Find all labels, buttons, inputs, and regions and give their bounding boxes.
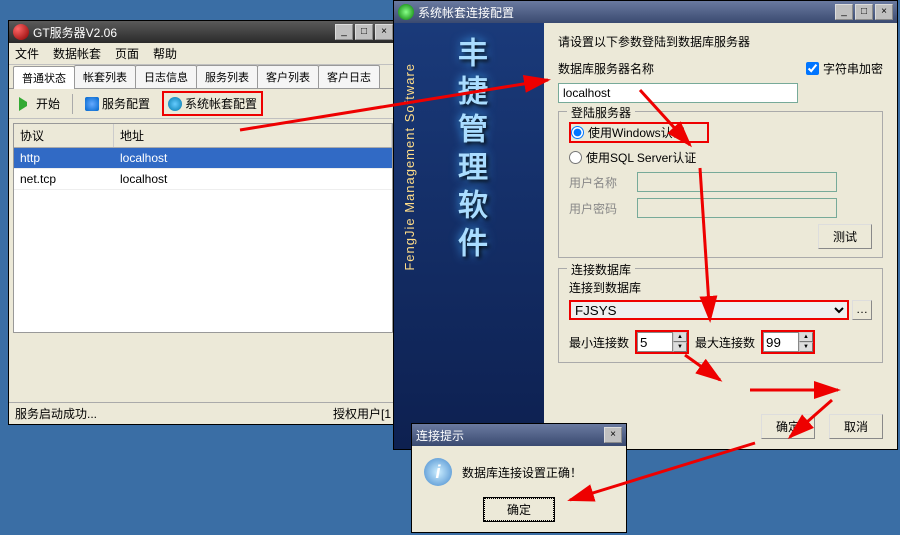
server-icon xyxy=(85,97,99,111)
server-label: 数据库服务器名称 xyxy=(558,60,654,77)
dialog-icon xyxy=(398,4,414,20)
auth-sql-radio[interactable]: 使用SQL Server认证 xyxy=(569,149,872,166)
system-account-config-button[interactable]: 系统帐套配置 xyxy=(162,91,263,116)
spin-down-icon[interactable]: ▼ xyxy=(673,342,687,352)
min-conn-label: 最小连接数 xyxy=(569,334,629,351)
status-right: 授权用户[1 xyxy=(333,405,391,422)
connection-table: 协议 地址 http localhost net.tcp localhost xyxy=(13,123,393,333)
username-label: 用户名称 xyxy=(569,174,629,191)
sidebar-cn-text: 丰捷管理软件 xyxy=(447,37,491,265)
ok-button[interactable]: 确定 xyxy=(761,414,815,439)
statusbar: 服务启动成功... 授权用户[1 xyxy=(9,402,397,424)
tab-status[interactable]: 普通状态 xyxy=(13,66,75,89)
min-conn-spinner[interactable]: ▲▼ xyxy=(635,330,689,354)
status-left: 服务启动成功... xyxy=(15,405,97,422)
main-window: GT服务器V2.06 _ □ × 文件 数据帐套 页面 帮助 普通状态 帐套列表… xyxy=(8,20,398,425)
config-dialog: 系统帐套连接配置 _ □ × FengJie Management Softwa… xyxy=(393,0,898,450)
tab-log[interactable]: 日志信息 xyxy=(135,65,197,88)
minimize-button[interactable]: _ xyxy=(335,24,353,40)
start-button[interactable]: 开始 xyxy=(15,93,64,114)
browse-button[interactable]: … xyxy=(852,300,872,320)
username-input xyxy=(637,172,837,192)
spin-up-icon[interactable]: ▲ xyxy=(673,332,687,342)
password-input xyxy=(637,198,837,218)
col-protocol[interactable]: 协议 xyxy=(14,124,114,147)
spin-down-icon[interactable]: ▼ xyxy=(799,342,813,352)
config-hint: 请设置以下参数登陆到数据库服务器 xyxy=(558,33,883,50)
close-button[interactable]: × xyxy=(604,427,622,443)
tab-clientlog[interactable]: 客户日志 xyxy=(318,65,380,88)
test-button[interactable]: 测试 xyxy=(818,224,872,249)
message-title: 连接提示 xyxy=(416,427,464,444)
cancel-button[interactable]: 取消 xyxy=(829,414,883,439)
config-sidebar: FengJie Management Software 丰捷管理软件 xyxy=(394,23,544,449)
app-icon xyxy=(13,24,29,40)
sidebar-en-text: FengJie Management Software xyxy=(402,63,417,271)
minimize-button[interactable]: _ xyxy=(835,4,853,20)
menu-accounts[interactable]: 数据帐套 xyxy=(53,45,101,62)
login-fieldset: 登陆服务器 使用Windows认证 使用SQL Server认证 用户名称 用户… xyxy=(558,111,883,258)
max-conn-spinner[interactable]: ▲▼ xyxy=(761,330,815,354)
info-icon: i xyxy=(424,458,452,486)
close-button[interactable]: × xyxy=(375,24,393,40)
message-ok-button[interactable]: 确定 xyxy=(484,498,554,521)
close-button[interactable]: × xyxy=(875,4,893,20)
menubar: 文件 数据帐套 页面 帮助 xyxy=(9,43,397,65)
encrypt-checkbox[interactable]: 字符串加密 xyxy=(806,60,883,77)
maximize-button[interactable]: □ xyxy=(355,24,373,40)
tab-accounts[interactable]: 帐套列表 xyxy=(74,65,136,88)
tab-services[interactable]: 服务列表 xyxy=(196,65,258,88)
table-row[interactable]: net.tcp localhost xyxy=(14,169,392,190)
main-title: GT服务器V2.06 xyxy=(33,24,117,41)
col-address[interactable]: 地址 xyxy=(114,124,392,147)
maximize-button[interactable]: □ xyxy=(855,4,873,20)
menu-help[interactable]: 帮助 xyxy=(153,45,177,62)
spin-up-icon[interactable]: ▲ xyxy=(799,332,813,342)
main-titlebar[interactable]: GT服务器V2.06 _ □ × xyxy=(9,21,397,43)
service-config-button[interactable]: 服务配置 xyxy=(81,93,154,114)
server-input[interactable] xyxy=(558,83,798,103)
toolbar: 开始 服务配置 系统帐套配置 xyxy=(9,89,397,119)
config-title: 系统帐套连接配置 xyxy=(418,4,514,21)
menu-page[interactable]: 页面 xyxy=(115,45,139,62)
table-row[interactable]: http localhost xyxy=(14,148,392,169)
password-label: 用户密码 xyxy=(569,200,629,217)
play-icon xyxy=(19,97,33,111)
max-conn-label: 最大连接数 xyxy=(695,334,755,351)
auth-windows-radio[interactable]: 使用Windows认证 xyxy=(569,122,709,143)
gear-icon xyxy=(168,97,182,111)
message-text: 数据库连接设置正确！ xyxy=(462,464,582,481)
message-dialog: 连接提示 × i 数据库连接设置正确！ 确定 xyxy=(411,423,627,533)
menu-file[interactable]: 文件 xyxy=(15,45,39,62)
tabbar: 普通状态 帐套列表 日志信息 服务列表 客户列表 客户日志 xyxy=(9,65,397,89)
db-label: 连接到数据库 xyxy=(569,279,872,296)
database-select[interactable]: FJSYS xyxy=(569,300,849,320)
database-fieldset: 连接数据库 连接到数据库 FJSYS … 最小连接数 ▲▼ 最大连接数 ▲▼ xyxy=(558,268,883,363)
tab-clients[interactable]: 客户列表 xyxy=(257,65,319,88)
